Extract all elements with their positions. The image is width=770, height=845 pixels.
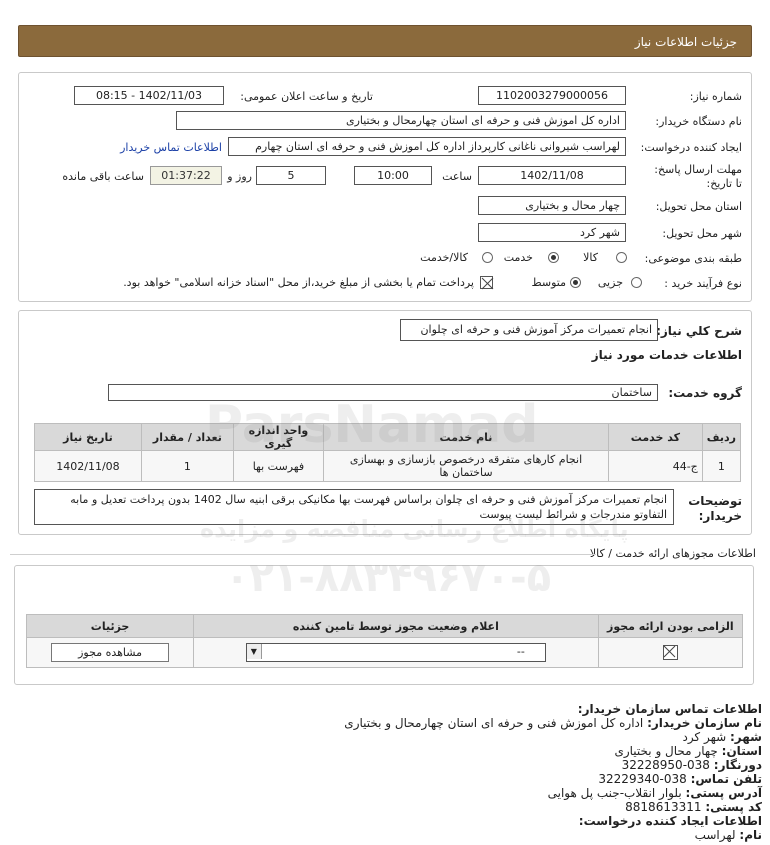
creator-name: لهراسب [694, 828, 736, 842]
col-unit: واحد اندازه گیری [232, 423, 325, 451]
city-field: شهر کرد [478, 223, 626, 242]
category-radio-goods-service[interactable] [482, 252, 493, 263]
process-label: نوع فرآیند خرید : [664, 277, 742, 290]
deadline-time-label: ساعت [442, 170, 472, 183]
permits-separator [10, 554, 596, 555]
process-option-medium: متوسط [531, 276, 566, 289]
col-permit-status: اعلام وضعیت مجوز توسط تامین کننده [193, 614, 599, 638]
treasury-payment-note: پرداخت تمام یا بخشی از مبلغ خرید،از محل … [123, 276, 474, 289]
col-qty: تعداد / مقدار [140, 423, 234, 451]
col-row: ردیف [701, 423, 742, 451]
need-number-label: شماره نیاز: [689, 90, 742, 103]
treasury-payment-checkbox[interactable] [480, 276, 494, 290]
permits-table: الزامی بودن ارائه مجوز اعلام وضعیت مجوز … [25, 614, 744, 668]
checkbox-cross-icon [481, 277, 494, 290]
category-option-goods-service: کالا/خدمت [420, 251, 468, 264]
buyer-notes-field: انجام تعمیرات مرکز آموزش فنی و حرفه ای چ… [34, 489, 674, 525]
details-panel [18, 72, 752, 302]
deadline-label: مهلت ارسال پاسخ: تا تاریخ: [654, 163, 742, 190]
category-radio-service[interactable] [548, 252, 559, 263]
province-label: استان محل تحویل: [655, 200, 742, 213]
buyer-notes-label: توضیحات خریدار: [688, 494, 742, 523]
contact-org: اداره کل اموزش فنی و حرفه ای استان چهارم… [344, 716, 644, 730]
page-header: جزئیات اطلاعات نیاز [18, 25, 752, 57]
category-option-goods: کالا [583, 251, 598, 264]
contact-city: شهر کرد [682, 730, 727, 744]
permits-title: اطلاعات مجوزهای ارائه خدمت / کالا [589, 547, 756, 560]
permit-required-checkbox[interactable] [662, 645, 678, 660]
contact-postal-label: کد پستی: [705, 800, 762, 814]
contact-fax-label: دورنگار: [713, 758, 762, 772]
cell-permit-details: مشاهده مجوز [25, 637, 195, 668]
deadline-date-field: 1402/11/08 [478, 166, 626, 185]
deadline-time-field: 10:00 [354, 166, 432, 185]
contact-province: چهار محال و بختیاری [614, 744, 718, 758]
announce-label: تاریخ و ساعت اعلان عمومی: [240, 90, 373, 103]
need-number-field: 1102003279000056 [478, 86, 626, 105]
col-permit-details: جزئیات [25, 614, 195, 638]
contact-org-label: نام سازمان خریدار: [647, 716, 762, 730]
process-radio-minor[interactable] [631, 277, 642, 288]
table-row: -- ▼ مشاهده مجوز [25, 637, 744, 668]
view-permit-button[interactable]: مشاهده مجوز [51, 643, 170, 662]
col-date: تاریخ نیاز [34, 423, 142, 451]
remaining-label: ساعت باقی مانده [62, 170, 144, 183]
contact-fax: 038-32228950 [621, 758, 710, 772]
permit-status-value: -- [516, 645, 525, 658]
col-name: نام خدمت [323, 423, 609, 451]
contact-address: بلوار انقلاب-جنب پل هوایی [547, 786, 682, 800]
contact-phone: 038-32229340 [598, 772, 687, 786]
creator-field: لهراسب شیروانی ناغانی کارپرداز اداره کل … [228, 137, 626, 156]
category-label: طبقه بندی موضوعی: [644, 252, 742, 265]
service-group-field: ساختمان [108, 384, 658, 401]
services-title: اطلاعات خدمات مورد نیاز [591, 348, 742, 362]
creator-name-line: نام: لهراسب [695, 827, 762, 843]
contact-city-label: شهر: [730, 730, 762, 744]
page-title: جزئیات اطلاعات نیاز [634, 35, 737, 49]
permit-status-select[interactable]: -- ▼ [245, 643, 546, 662]
days-label: روز و [227, 170, 252, 183]
creator-label: ایجاد کننده درخواست: [640, 141, 742, 154]
category-radio-goods[interactable] [616, 252, 627, 263]
process-option-minor: جزیی [597, 276, 623, 289]
services-table: ردیف کد خدمت نام خدمت واحد اندازه گیری ت… [34, 423, 742, 482]
buyer-contact-link[interactable]: اطلاعات تماس خریدار [120, 141, 222, 154]
buyer-org-field: اداره کل اموزش فنی و حرفه ای استان چهارم… [176, 111, 626, 130]
remaining-time-field: 01:37:22 [150, 166, 222, 185]
contact-postal: 8818613311 [625, 800, 702, 814]
cell-unit: فهرست بها [232, 450, 325, 482]
summary-field: انجام تعمیرات مرکز آموزش فنی و حرفه ای چ… [400, 319, 658, 341]
summary-label: شرح كلي نياز: [656, 324, 742, 338]
col-code: کد خدمت [607, 423, 703, 451]
cell-row: 1 [701, 450, 742, 482]
table-row: 1 ج-44 انجام کارهای متفرقه درخصوص بازساز… [34, 450, 742, 482]
contact-phone-label: تلفن تماس: [690, 772, 762, 786]
cell-code: ج-44 [607, 450, 703, 482]
cell-name: انجام کارهای متفرقه درخصوص بازسازی و بهس… [323, 450, 609, 482]
contact-address-label: آدرس پستی: [685, 786, 762, 800]
province-field: چهار محال و بختیاری [478, 196, 626, 215]
creator-name-label: نام: [739, 828, 762, 842]
city-label: شهر محل تحویل: [662, 227, 742, 240]
category-option-service: خدمت [503, 251, 533, 264]
cell-permit-status: -- ▼ [193, 637, 599, 668]
buyer-org-label: نام دستگاه خریدار: [655, 115, 742, 128]
cell-qty: 1 [140, 450, 234, 482]
service-group-label: گروه خدمت: [668, 386, 742, 400]
cell-permit-required [597, 637, 744, 668]
announce-field: 1402/11/03 - 08:15 [74, 86, 224, 105]
contact-province-label: استان: [721, 744, 762, 758]
col-permit-required: الزامی بودن ارائه مجوز [597, 614, 744, 638]
cell-date: 1402/11/08 [34, 450, 142, 482]
dropdown-arrow-icon[interactable]: ▼ [246, 644, 262, 659]
process-radio-medium[interactable] [570, 277, 581, 288]
checkbox-cross-icon [663, 645, 676, 658]
days-field: 5 [256, 166, 326, 185]
